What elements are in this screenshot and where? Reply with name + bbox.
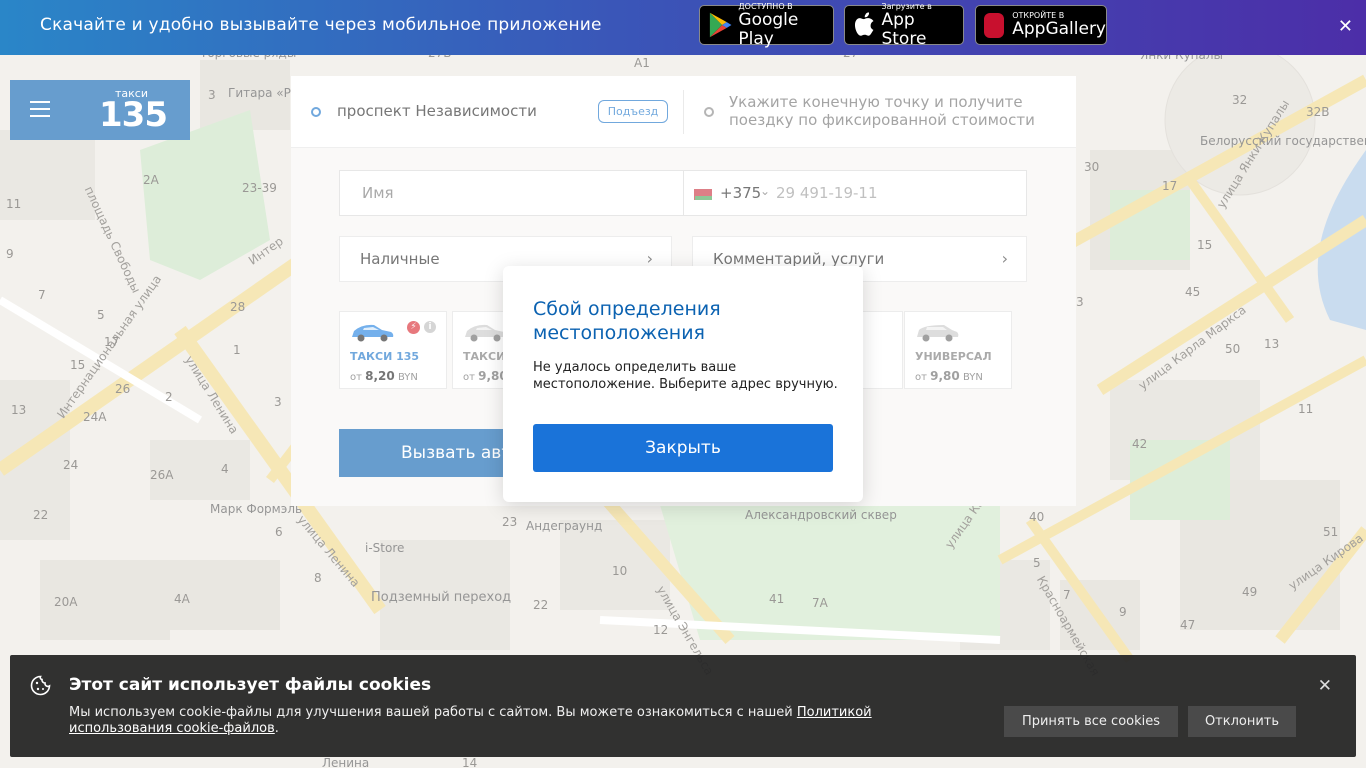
decline-cookies-button[interactable]: Отклонить [1188, 706, 1296, 737]
banner-text: Скачайте и удобно вызывайте через мобиль… [40, 15, 602, 35]
dialog-message: Не удалось определить ваше местоположени… [533, 360, 838, 392]
huawei-icon [984, 12, 1005, 38]
cookie-text-end: . [274, 721, 279, 736]
google-play-label: Google Play [738, 9, 799, 49]
dialog-title: Сбой определения местоположения [533, 298, 721, 344]
dialog-close-button[interactable]: Закрыть [533, 424, 833, 472]
app-store-button[interactable]: Загрузите в App Store [844, 2, 964, 48]
app-gallery-button[interactable]: ОТКРОЙТЕ В AppGallery [975, 5, 1107, 45]
app-download-banner: Скачайте и удобно вызывайте через мобиль… [0, 0, 1366, 55]
app-gallery-label: AppGallery [1012, 19, 1106, 39]
close-cookie-icon[interactable]: ✕ [1318, 676, 1332, 696]
google-play-button[interactable]: ДОСТУПНО В Google Play [699, 2, 834, 48]
cookie-description: Мы используем cookie-файлы для улучшения… [69, 705, 797, 720]
app-store-label: App Store [881, 9, 927, 49]
close-banner-icon[interactable]: ✕ [1338, 16, 1353, 37]
cookie-consent-bar: Этот сайт использует файлы cookies Мы ис… [10, 655, 1356, 757]
location-error-dialog: Сбой определения местоположения Не удало… [503, 266, 863, 502]
cookie-text: Мы используем cookie-файлы для улучшения… [69, 705, 969, 737]
google-play-icon [709, 12, 732, 38]
cookie-title: Этот сайт использует файлы cookies [69, 675, 432, 695]
cookie-icon [30, 675, 51, 696]
apple-icon [854, 12, 874, 36]
accept-cookies-button[interactable]: Принять все cookies [1004, 706, 1178, 737]
